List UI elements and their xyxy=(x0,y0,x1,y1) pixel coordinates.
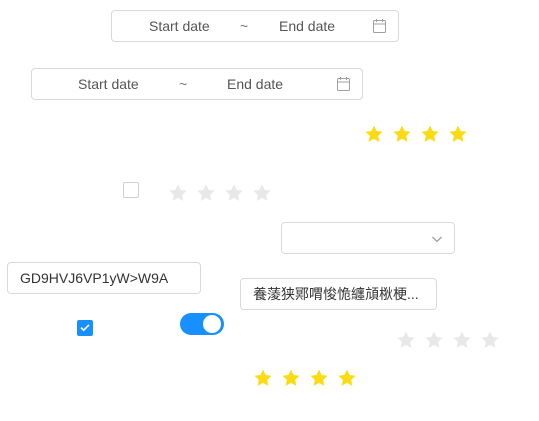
star-icon[interactable] xyxy=(364,124,384,144)
star-icon[interactable] xyxy=(168,183,188,203)
chevron-down-icon[interactable] xyxy=(431,233,443,245)
star-icon[interactable] xyxy=(309,368,329,388)
calendar-icon[interactable] xyxy=(373,19,386,33)
star-rating[interactable] xyxy=(396,330,500,350)
star-icon[interactable] xyxy=(252,183,272,203)
star-rating[interactable] xyxy=(253,368,357,388)
star-icon[interactable] xyxy=(448,124,468,144)
end-date-input[interactable]: End date xyxy=(279,11,335,41)
star-icon[interactable] xyxy=(281,368,301,388)
range-separator: ~ xyxy=(240,18,249,34)
end-date-input[interactable]: End date xyxy=(227,69,283,99)
star-icon[interactable] xyxy=(196,183,216,203)
star-icon[interactable] xyxy=(392,124,412,144)
star-icon[interactable] xyxy=(224,183,244,203)
date-range-picker[interactable]: Start date ~ End date xyxy=(111,10,399,42)
star-icon[interactable] xyxy=(452,330,472,350)
checkbox[interactable] xyxy=(123,182,139,198)
calendar-icon[interactable] xyxy=(337,77,350,91)
start-date-input[interactable]: Start date xyxy=(149,11,210,41)
text-input[interactable]: 養蔆狭鄍喟悛恑纏頏梑梗... xyxy=(240,278,437,310)
toggle-knob xyxy=(203,315,221,333)
star-icon[interactable] xyxy=(396,330,416,350)
star-icon[interactable] xyxy=(337,368,357,388)
start-date-input[interactable]: Start date xyxy=(78,69,139,99)
range-separator: ~ xyxy=(179,76,188,92)
star-icon[interactable] xyxy=(480,330,500,350)
star-icon[interactable] xyxy=(253,368,273,388)
checkmark-icon xyxy=(80,324,90,332)
star-rating[interactable] xyxy=(168,183,272,203)
text-input[interactable]: GD9HVJ6VP1yW>W9A xyxy=(7,262,201,294)
date-range-picker[interactable]: Start date ~ End date xyxy=(31,68,363,100)
star-icon[interactable] xyxy=(420,124,440,144)
select-dropdown[interactable] xyxy=(281,222,455,254)
checkbox-checked[interactable] xyxy=(77,320,93,336)
star-icon[interactable] xyxy=(424,330,444,350)
star-rating[interactable] xyxy=(364,124,468,144)
toggle-switch[interactable] xyxy=(180,313,224,335)
